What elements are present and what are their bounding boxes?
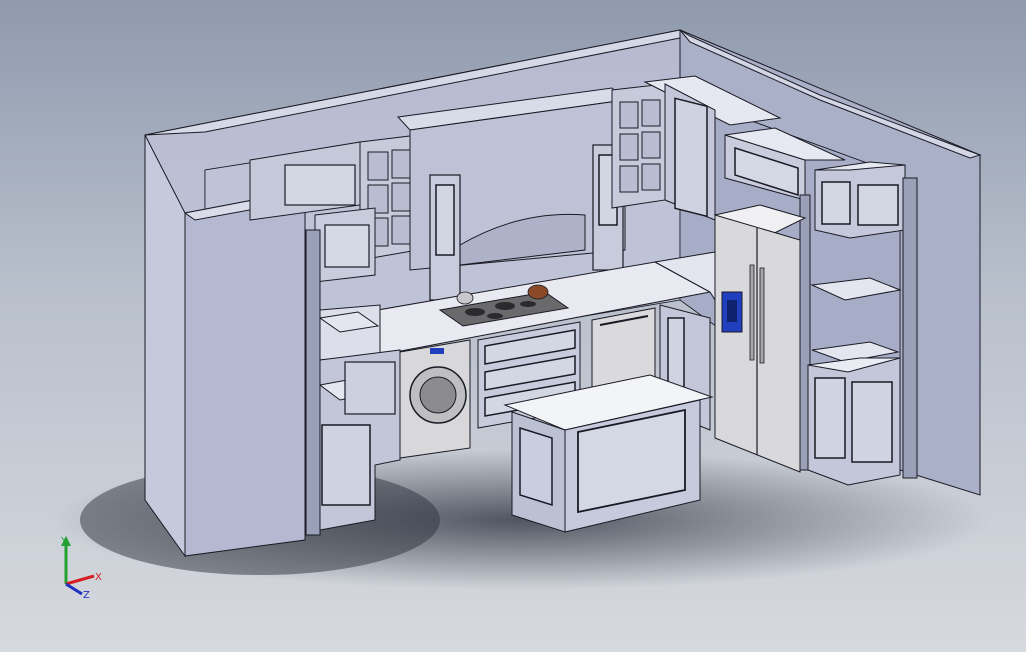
burner-4[interactable] xyxy=(520,301,536,307)
upper-cabinet-left-panel[interactable] xyxy=(284,164,356,206)
y-axis-label: Y xyxy=(60,536,68,547)
burner-3[interactable] xyxy=(487,313,503,319)
corner-wall-cabinet-panel xyxy=(857,184,899,226)
z-axis-label: Z xyxy=(83,590,90,601)
pot-icon xyxy=(527,284,549,300)
washing-machine-display[interactable] xyxy=(430,348,444,354)
upper-cabinet-corner-panel[interactable] xyxy=(324,224,370,268)
base-cabinet-left-inner-door[interactable] xyxy=(344,361,396,415)
kettle-icon xyxy=(456,291,474,305)
pilaster-left xyxy=(305,229,321,536)
burner-1[interactable] xyxy=(465,308,485,316)
island-side-panel xyxy=(519,426,553,507)
ice-dispenser-slot xyxy=(727,300,737,322)
refrigerator-handle-left[interactable] xyxy=(749,264,755,361)
hood-column-left-panel xyxy=(435,184,455,256)
kitchen-model[interactable] xyxy=(0,0,1026,652)
lower-cabinet-right-door-left[interactable] xyxy=(814,377,846,459)
burner-2[interactable] xyxy=(495,302,515,310)
lower-cabinet-right-door[interactable] xyxy=(851,381,893,463)
base-cabinet-right-door xyxy=(667,317,685,389)
refrigerator-handle-right[interactable] xyxy=(759,267,765,364)
corner-wall-cabinet-panel-left xyxy=(821,181,851,225)
coordinate-triad: Y X Z xyxy=(60,536,102,601)
pilaster-right-outer xyxy=(902,177,918,479)
x-axis-label: X xyxy=(95,572,102,583)
base-cabinet-left-door[interactable] xyxy=(321,424,371,506)
x-axis-line xyxy=(65,574,95,586)
3d-viewport[interactable]: Y X Z xyxy=(0,0,1026,652)
left-wall-pillar-front xyxy=(184,189,306,557)
washing-machine-glass xyxy=(419,376,457,414)
z-axis-line xyxy=(65,582,83,596)
upper-cabinet-right-panel xyxy=(674,97,708,218)
